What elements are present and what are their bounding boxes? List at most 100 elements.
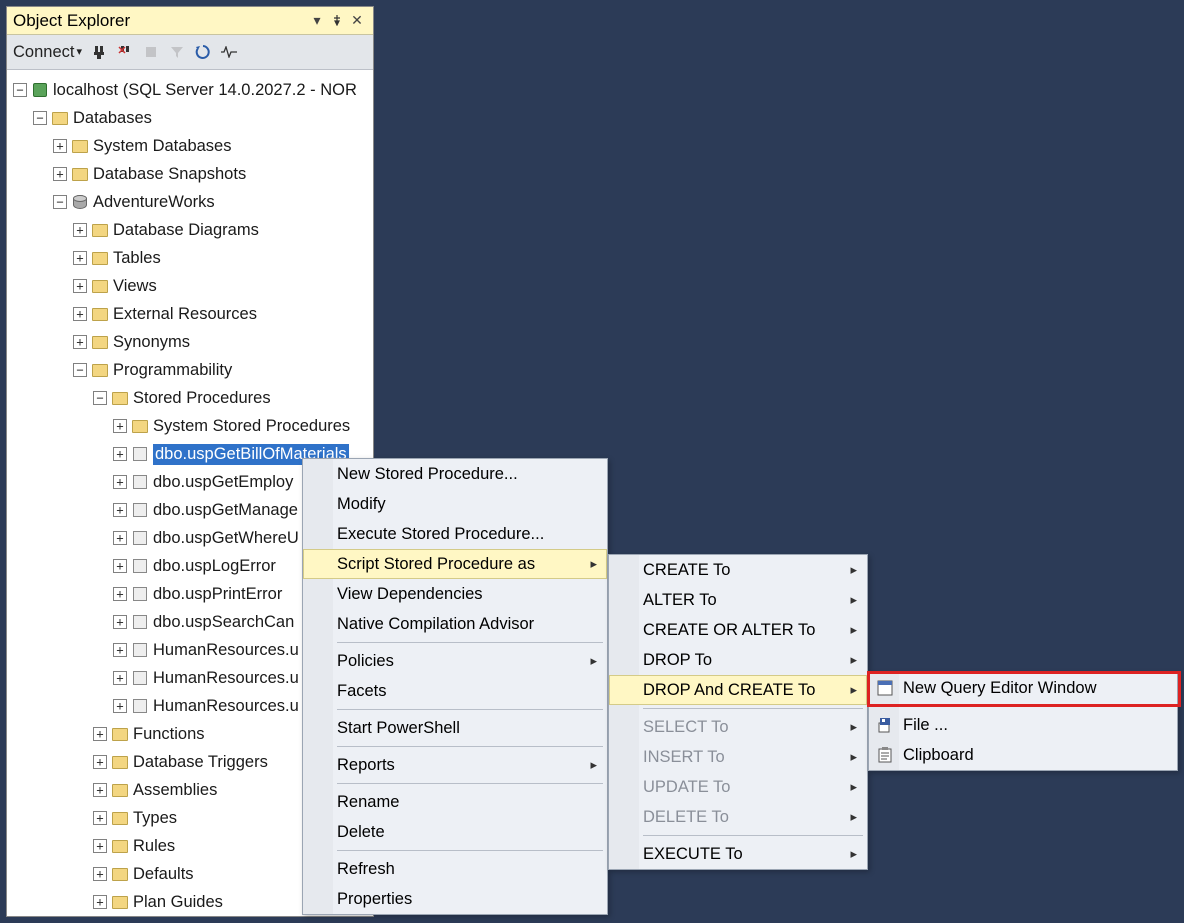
tree-node[interactable]: Views (9, 272, 371, 300)
collapse-icon[interactable] (53, 195, 67, 209)
disconnect-icon[interactable] (116, 43, 134, 61)
expand-icon[interactable] (93, 867, 107, 881)
tree-node[interactable]: Synonyms (9, 328, 371, 356)
procedure-icon (131, 697, 149, 715)
menu-item[interactable]: File ... (869, 710, 1177, 740)
expand-icon[interactable] (113, 587, 127, 601)
expand-icon[interactable] (73, 279, 87, 293)
tree-node[interactable]: Database Diagrams (9, 216, 371, 244)
filter-icon[interactable] (168, 43, 186, 61)
connect-dropdown[interactable]: Connect (13, 43, 82, 62)
expand-icon[interactable] (113, 419, 127, 433)
menu-item[interactable]: CREATE OR ALTER To (609, 615, 867, 645)
dropdown-icon[interactable]: ▾ (307, 12, 327, 29)
folder-icon (111, 837, 129, 855)
menu-item-label: Execute Stored Procedure... (337, 525, 544, 544)
expand-icon[interactable] (93, 783, 107, 797)
context-menu-level3[interactable]: New Query Editor Window File ...Clipboard (868, 672, 1178, 771)
procedure-icon (131, 641, 149, 659)
tree-node[interactable]: System Stored Procedures (9, 412, 371, 440)
expand-icon[interactable] (93, 895, 107, 909)
menu-item[interactable]: View Dependencies (303, 579, 607, 609)
tree-node-label: AdventureWorks (93, 193, 215, 212)
menu-item[interactable]: Properties (303, 884, 607, 914)
expand-icon[interactable] (93, 839, 107, 853)
menu-item[interactable]: Policies (303, 646, 607, 676)
menu-item-label: DELETE To (643, 808, 729, 827)
expand-icon[interactable] (113, 643, 127, 657)
expand-icon[interactable] (113, 531, 127, 545)
menu-separator (643, 708, 863, 709)
expand-icon[interactable] (73, 251, 87, 265)
expand-icon[interactable] (113, 475, 127, 489)
tree-node[interactable]: Tables (9, 244, 371, 272)
expand-icon[interactable] (93, 727, 107, 741)
folder-icon (111, 389, 129, 407)
menu-item[interactable]: Modify (303, 489, 607, 519)
menu-item-label: ALTER To (643, 591, 717, 610)
menu-item[interactable]: Facets (303, 676, 607, 706)
menu-item[interactable]: New Query Editor Window (869, 673, 1177, 703)
menu-item[interactable]: Refresh (303, 854, 607, 884)
menu-item[interactable]: Execute Stored Procedure... (303, 519, 607, 549)
collapse-icon[interactable] (73, 363, 87, 377)
menu-item[interactable]: New Stored Procedure... (303, 459, 607, 489)
refresh-icon[interactable] (194, 43, 212, 61)
tree-node-label: localhost (SQL Server 14.0.2027.2 - NOR (53, 81, 357, 100)
collapse-icon[interactable] (93, 391, 107, 405)
context-menu-level2[interactable]: CREATE To ALTER To CREATE OR ALTER To DROP … (608, 554, 868, 870)
menu-item[interactable]: Start PowerShell (303, 713, 607, 743)
expand-icon[interactable] (73, 307, 87, 321)
menu-item[interactable]: Rename (303, 787, 607, 817)
menu-item-label: CREATE OR ALTER To (643, 621, 815, 640)
menu-item[interactable]: Clipboard (869, 740, 1177, 770)
connect-icon[interactable] (90, 43, 108, 61)
menu-item[interactable]: Native Compilation Advisor (303, 609, 607, 639)
tree-node[interactable]: External Resources (9, 300, 371, 328)
expand-icon[interactable] (113, 503, 127, 517)
collapse-icon[interactable] (13, 83, 27, 97)
folder-icon (91, 333, 109, 351)
expand-icon[interactable] (93, 811, 107, 825)
expand-icon[interactable] (113, 699, 127, 713)
menu-item[interactable]: DROP And CREATE To (609, 675, 867, 705)
menu-item: UPDATE To (609, 772, 867, 802)
expand-icon[interactable] (113, 447, 127, 461)
menu-item[interactable]: DROP To (609, 645, 867, 675)
expand-icon[interactable] (73, 223, 87, 237)
tree-node[interactable]: Databases (9, 104, 371, 132)
collapse-icon[interactable] (33, 111, 47, 125)
activity-icon[interactable] (220, 43, 238, 61)
expand-icon[interactable] (53, 167, 67, 181)
tree-node[interactable]: AdventureWorks (9, 188, 371, 216)
menu-item: SELECT To (609, 712, 867, 742)
pin-icon[interactable] (327, 13, 347, 29)
menu-item[interactable]: Reports (303, 750, 607, 780)
tree-node[interactable]: Stored Procedures (9, 384, 371, 412)
menu-separator (337, 746, 603, 747)
menu-item[interactable]: ALTER To (609, 585, 867, 615)
menu-item[interactable]: Delete (303, 817, 607, 847)
tree-node[interactable]: localhost (SQL Server 14.0.2027.2 - NOR (9, 76, 371, 104)
expand-icon[interactable] (113, 559, 127, 573)
panel-titlebar: Object Explorer ▾ ✕ (7, 7, 373, 35)
tree-node-label: Synonyms (113, 333, 190, 352)
tree-node[interactable]: Database Snapshots (9, 160, 371, 188)
expand-icon[interactable] (53, 139, 67, 153)
close-icon[interactable]: ✕ (347, 12, 367, 29)
expand-icon[interactable] (73, 335, 87, 349)
menu-item[interactable]: EXECUTE To (609, 839, 867, 869)
expand-icon[interactable] (93, 755, 107, 769)
tree-node-label: Rules (133, 837, 175, 856)
stop-icon[interactable] (142, 43, 160, 61)
expand-icon[interactable] (113, 671, 127, 685)
tree-node-label: Plan Guides (133, 893, 223, 912)
context-menu-level1[interactable]: New Stored Procedure...Modify Execute Sto… (302, 458, 608, 915)
menu-item[interactable]: Script Stored Procedure as (303, 549, 607, 579)
tree-node[interactable]: System Databases (9, 132, 371, 160)
procedure-icon (131, 501, 149, 519)
expand-icon[interactable] (113, 615, 127, 629)
menu-item-label: Reports (337, 756, 395, 775)
menu-item[interactable]: CREATE To (609, 555, 867, 585)
tree-node[interactable]: Programmability (9, 356, 371, 384)
